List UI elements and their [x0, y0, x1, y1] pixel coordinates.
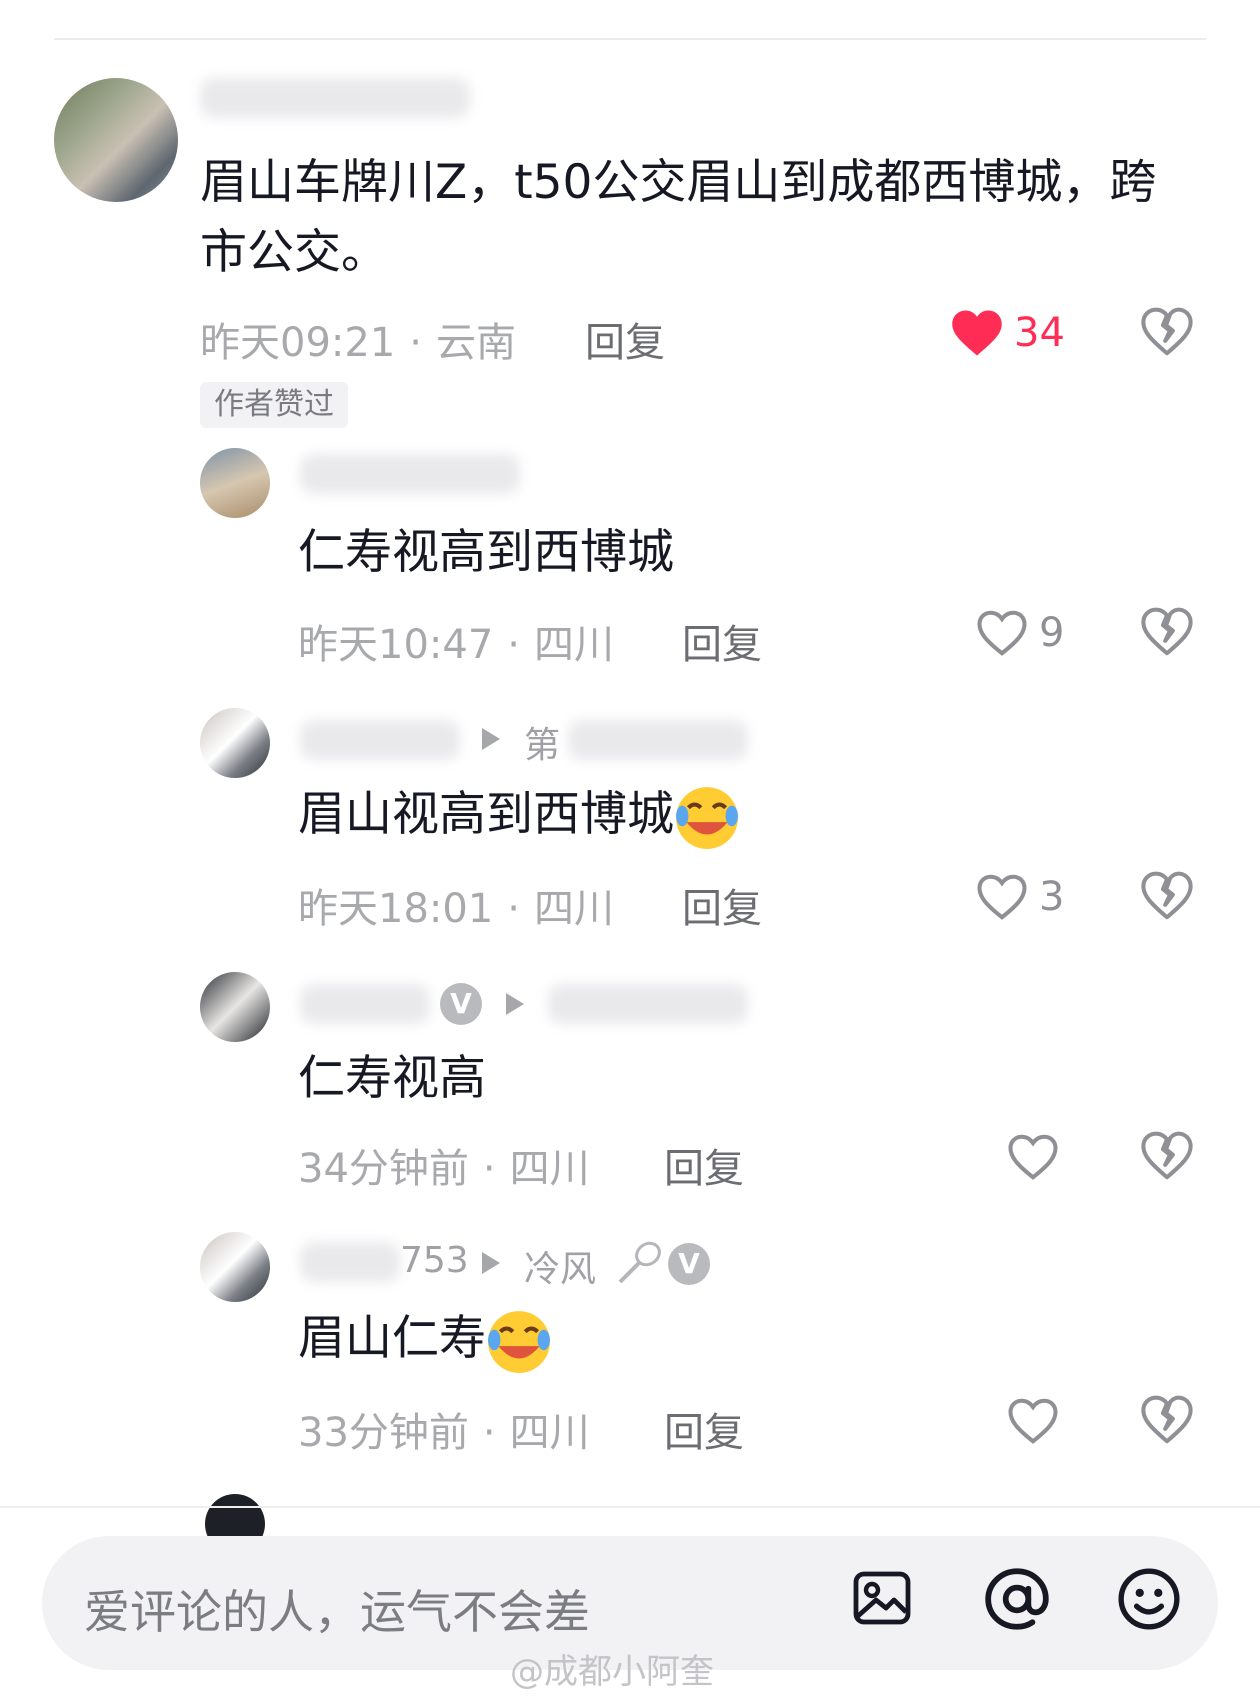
reply-button[interactable]: 回复	[664, 1400, 744, 1458]
username-blurred[interactable]	[300, 720, 460, 760]
comment-text: 仁寿视高	[298, 1051, 486, 1106]
reply-to-username[interactable]: 冷风	[524, 1240, 596, 1292]
comment-region: 云南	[436, 320, 516, 366]
comment-time: 昨天09:21	[200, 320, 396, 366]
like-button[interactable]: 34	[950, 308, 1065, 358]
badminton-icon	[618, 1241, 661, 1284]
like-button[interactable]: 9	[975, 608, 1064, 658]
comment-time: 昨天10:47	[298, 622, 494, 668]
like-count: 9	[1039, 610, 1065, 656]
username-blurred[interactable]	[200, 78, 470, 118]
comment-meta: 33分钟前 · 四川	[298, 1410, 590, 1456]
avatar[interactable]	[200, 1232, 270, 1302]
comment-region: 四川	[534, 886, 614, 932]
author-liked-badge: 作者赞过	[200, 382, 348, 428]
avatar[interactable]	[54, 78, 178, 202]
heart-outline-icon	[1008, 1398, 1058, 1444]
reply-button[interactable]: 回复	[585, 310, 665, 368]
laughing-crying-emoji-icon	[488, 1310, 550, 1373]
comment-time: 33分钟前	[298, 1410, 469, 1456]
reply-button[interactable]: 回复	[664, 1136, 744, 1194]
play-arrow-icon	[482, 1252, 500, 1274]
watermark: @成都小阿奎	[510, 1652, 714, 1692]
heart-outline-icon	[977, 874, 1027, 920]
reply-button[interactable]: 回复	[682, 612, 762, 670]
username-blurred[interactable]	[300, 454, 520, 494]
like-count: 34	[1014, 310, 1065, 356]
play-arrow-icon	[482, 728, 500, 750]
comment-text: 仁寿视高到西博城	[298, 525, 674, 580]
comment-text-continued: 市公交。	[200, 225, 388, 280]
top-divider	[54, 38, 1206, 40]
broken-heart-icon[interactable]	[1140, 1394, 1194, 1448]
verified-icon: V	[440, 983, 482, 1025]
image-icon[interactable]	[850, 1566, 914, 1630]
username-blurred[interactable]	[568, 720, 748, 760]
avatar[interactable]	[200, 448, 270, 518]
comment-text-content: 眉山视高到西博城	[298, 787, 674, 842]
reply-button[interactable]: 回复	[682, 876, 762, 934]
heart-outline-icon	[977, 610, 1027, 656]
username-blurred[interactable]	[548, 984, 748, 1024]
like-button[interactable]: 3	[975, 872, 1064, 922]
comment-text: 眉山仁寿	[298, 1304, 552, 1375]
like-button[interactable]	[1006, 1396, 1070, 1446]
reply-to-username[interactable]: 第	[524, 716, 560, 768]
avatar[interactable]	[200, 972, 270, 1042]
comment-region: 四川	[509, 1410, 590, 1456]
comment-region: 四川	[534, 622, 614, 668]
play-arrow-icon	[506, 993, 524, 1015]
comment-time: 昨天18:01	[298, 886, 494, 932]
comment-time: 34分钟前	[298, 1146, 469, 1192]
comment-text: 眉山车牌川Z，t50公交眉山到成都西博城，跨	[200, 155, 1157, 210]
comment-input-placeholder[interactable]: 爱评论的人，运气不会差	[84, 1576, 590, 1642]
laughing-crying-emoji-icon	[676, 786, 738, 849]
verified-icon: V	[668, 1243, 710, 1285]
comment-meta: 昨天09:21 · 云南	[200, 320, 516, 366]
emoji-icon[interactable]	[1116, 1566, 1182, 1632]
like-count: 3	[1039, 874, 1065, 920]
comment-region: 四川	[509, 1146, 590, 1192]
broken-heart-icon[interactable]	[1140, 606, 1194, 660]
broken-heart-icon[interactable]	[1140, 306, 1194, 360]
username-fragment[interactable]: 753	[400, 1240, 469, 1281]
avatar[interactable]	[200, 708, 270, 778]
input-divider	[0, 1506, 1260, 1508]
at-icon[interactable]	[982, 1566, 1052, 1632]
comment-text-content: 眉山仁寿	[298, 1311, 486, 1366]
comment-meta: 昨天10:47 · 四川	[298, 622, 614, 668]
heart-outline-icon	[1008, 1134, 1058, 1180]
comment-meta: 34分钟前 · 四川	[298, 1146, 590, 1192]
heart-filled-icon	[952, 310, 1002, 356]
username-blurred[interactable]	[300, 984, 430, 1024]
like-button[interactable]	[1006, 1132, 1070, 1182]
comment-text: 眉山视高到西博城	[298, 780, 740, 851]
username-blurred[interactable]	[300, 1242, 400, 1282]
broken-heart-icon[interactable]	[1140, 1130, 1194, 1184]
comment-meta: 昨天18:01 · 四川	[298, 886, 614, 932]
broken-heart-icon[interactable]	[1140, 870, 1194, 924]
